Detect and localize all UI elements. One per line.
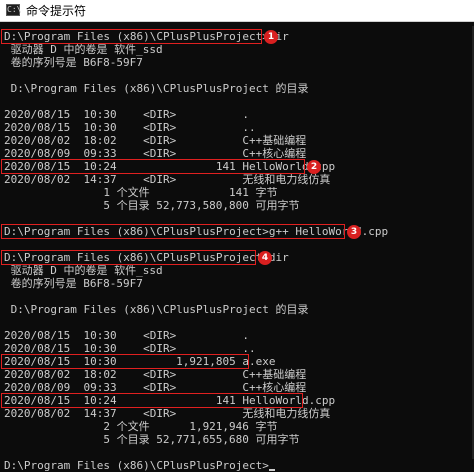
highlight-box-gpp	[1, 224, 345, 239]
highlight-box-helloworld-1	[1, 159, 305, 174]
annotation-badge-4: 4	[258, 251, 272, 265]
window-title: 命令提示符	[26, 4, 87, 18]
text-cursor	[268, 469, 275, 471]
console-line: 卷的序列号是 B6F8-59F7	[4, 56, 143, 69]
highlight-box-dir-2	[1, 250, 256, 265]
console-line: 5 个目录 52,771,655,680 可用字节	[4, 433, 300, 446]
annotation-badge-3: 3	[347, 225, 361, 239]
console-line: D:\Program Files (x86)\CPlusPlusProject …	[4, 303, 309, 316]
console-line: 2020/08/02 18:02 <DIR> C++基础编程	[4, 134, 307, 147]
highlight-box-aexe	[1, 354, 249, 369]
cmd-icon: C:\	[6, 4, 22, 16]
prompt-text: D:\Program Files (x86)\CPlusPlusProject>	[4, 459, 269, 472]
highlight-box-dir-1	[1, 29, 262, 44]
console-line: 2020/08/02 14:37 <DIR> 无线和电力线仿真	[4, 407, 331, 420]
console-line: 驱动器 D 中的卷是 软件_ssd	[4, 264, 163, 277]
console-line: 2 个文件 1,921,946 字节	[4, 420, 278, 433]
console-line: 2020/08/02 18:02 <DIR> C++基础编程	[4, 368, 307, 381]
annotation-badge-1: 1	[264, 30, 278, 44]
console-prompt-line: D:\Program Files (x86)\CPlusPlusProject>	[4, 459, 275, 472]
console-line: D:\Program Files (x86)\CPlusPlusProject …	[4, 82, 309, 95]
title-bar[interactable]: C:\ 命令提示符	[0, 0, 474, 22]
console-line: 5 个目录 52,773,580,800 可用字节	[4, 199, 300, 212]
console-line: 驱动器 D 中的卷是 软件_ssd	[4, 43, 163, 56]
console-line: 卷的序列号是 B6F8-59F7	[4, 277, 143, 290]
console-line: 1 个文件 141 字节	[4, 186, 278, 199]
highlight-box-helloworld-2	[1, 393, 303, 408]
console-line: 2020/08/15 10:30 <DIR> .	[4, 108, 250, 121]
console-line: 2020/08/15 10:30 <DIR> ..	[4, 121, 256, 134]
cmd-window: C:\ 命令提示符 D:\Program Files (x86)\CPlusPl…	[0, 0, 474, 472]
console-line: 2020/08/02 14:37 <DIR> 无线和电力线仿真	[4, 173, 331, 186]
annotation-badge-2: 2	[307, 160, 321, 174]
console-line: 2020/08/15 10:30 <DIR> .	[4, 329, 250, 342]
